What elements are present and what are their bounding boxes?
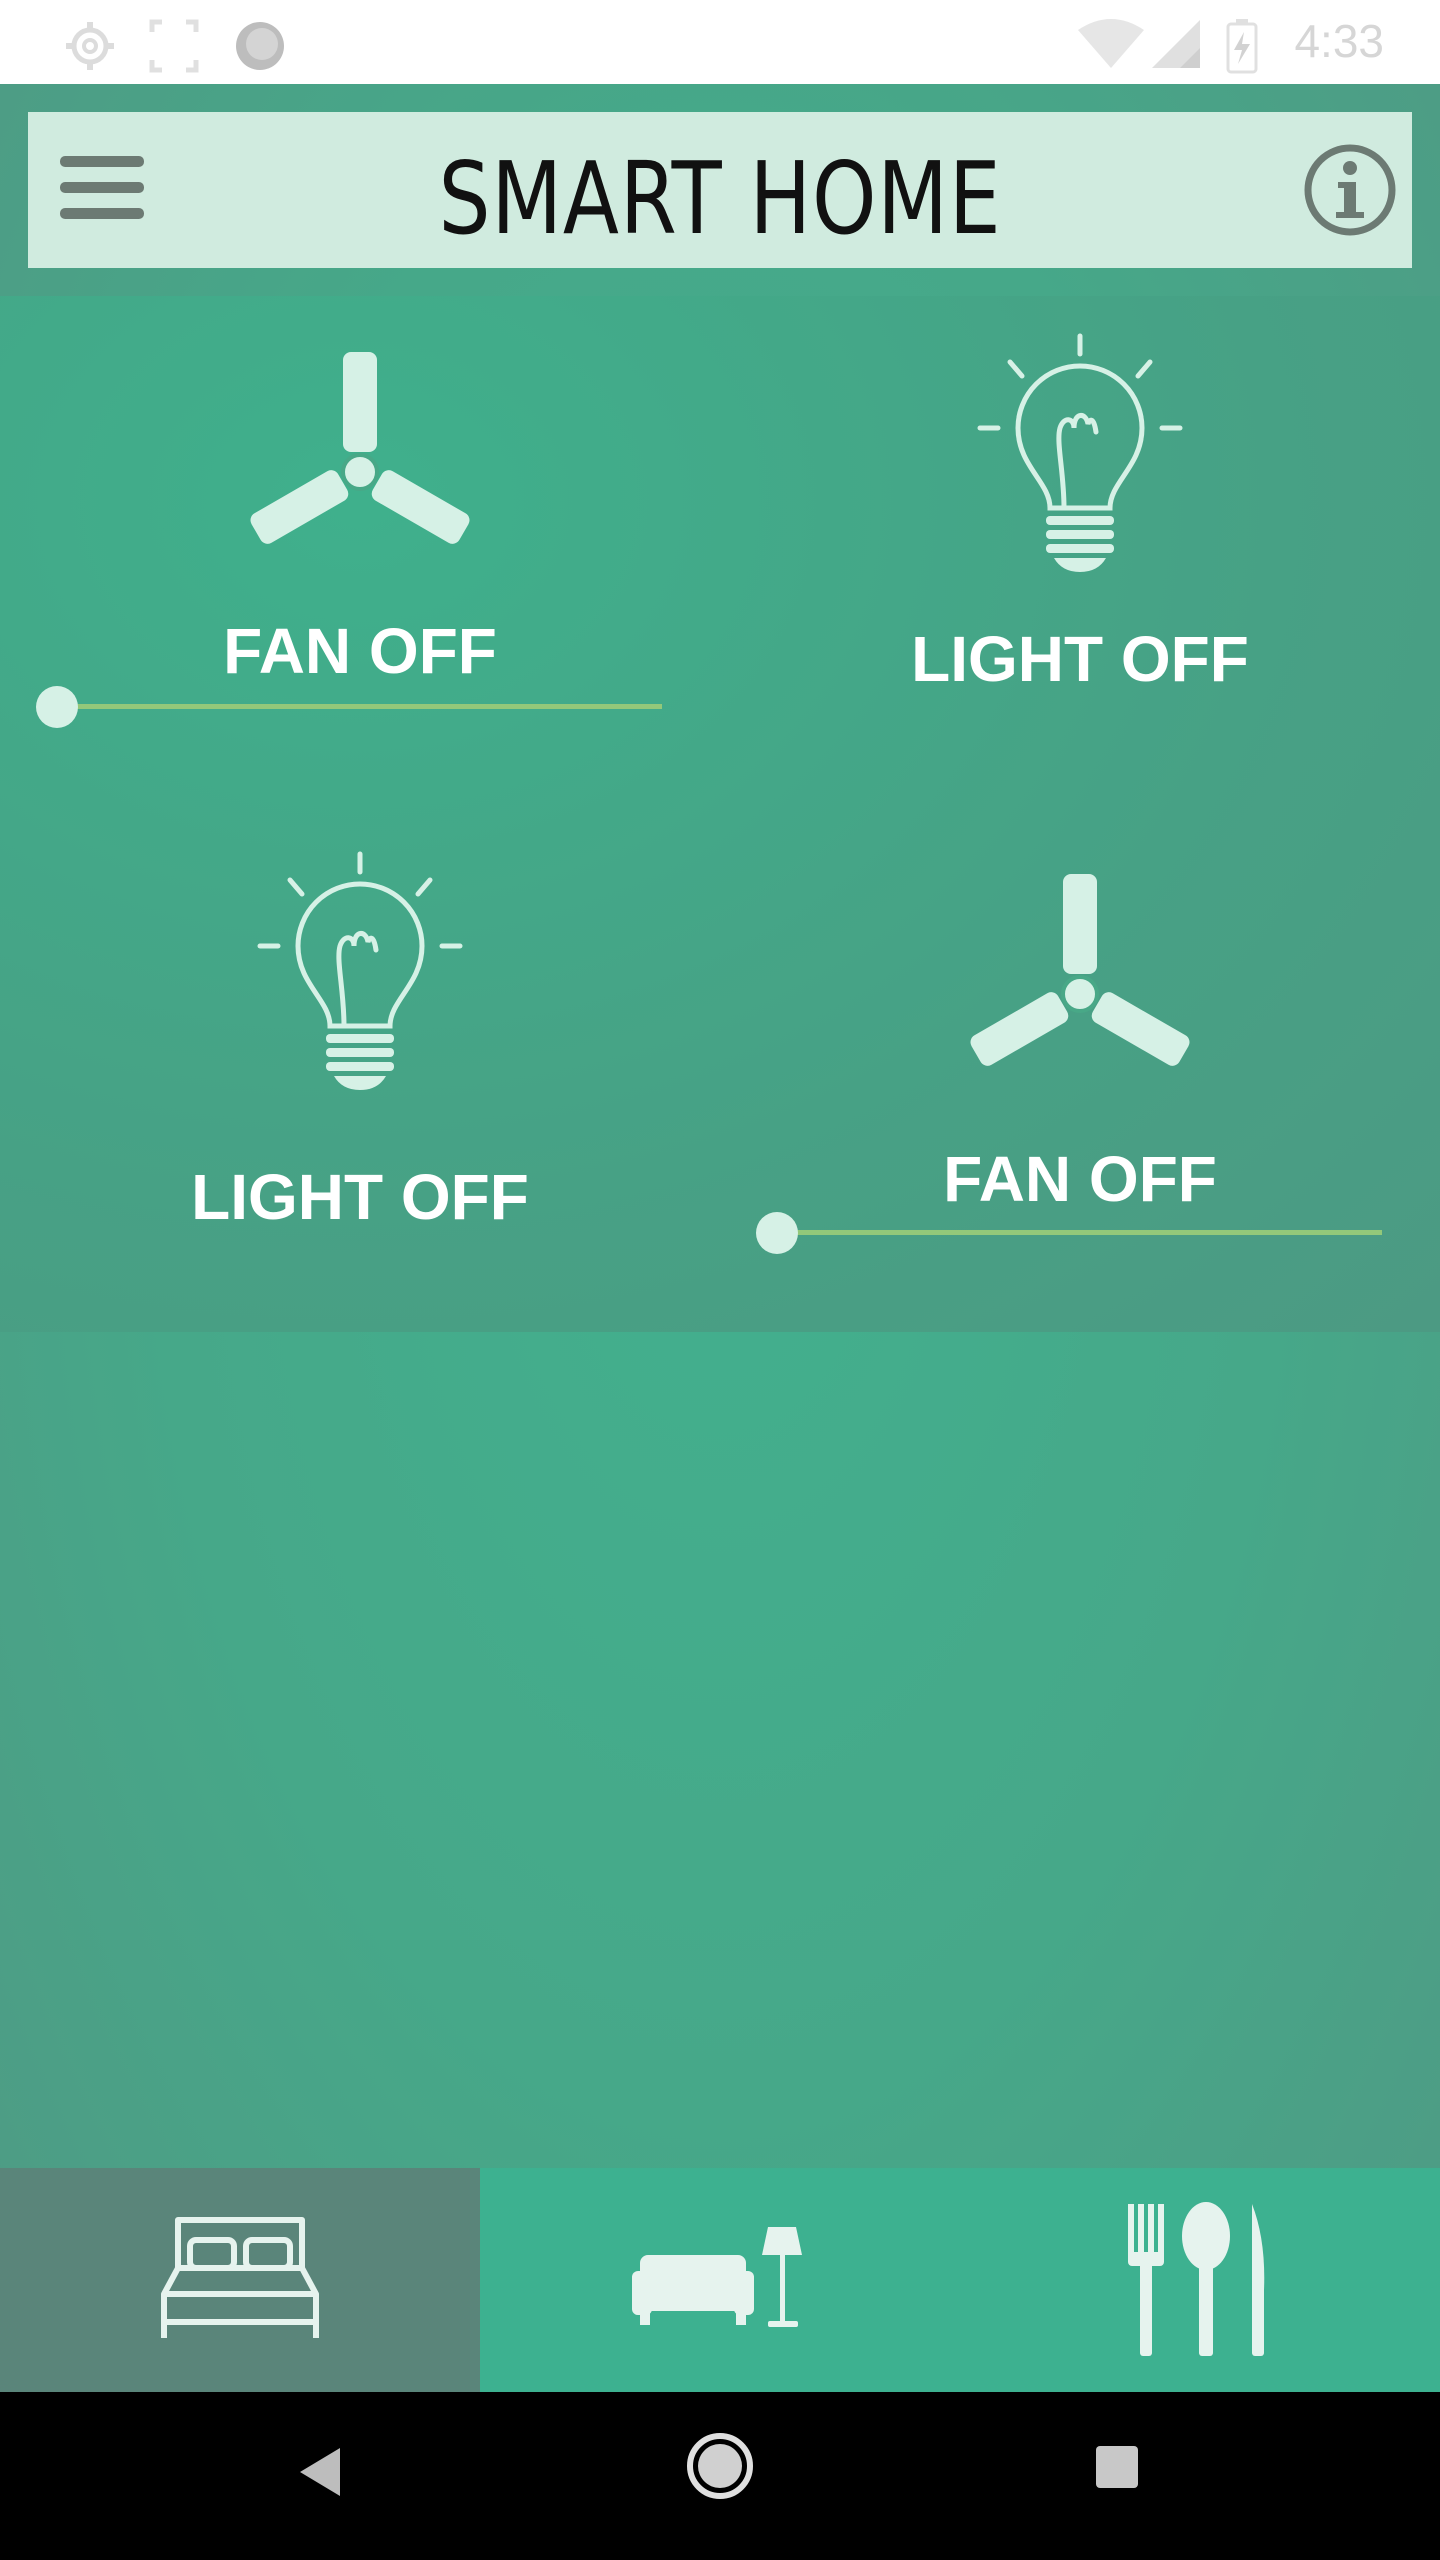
bed-icon — [161, 2217, 319, 2338]
device-status-label: LIGHT OFF — [191, 1161, 529, 1233]
device-status-label: LIGHT OFF — [911, 623, 1249, 695]
slider-thumb[interactable] — [36, 686, 78, 728]
signal-icon — [1152, 20, 1200, 68]
settings-icon — [66, 22, 114, 70]
wifi-icon — [1078, 19, 1144, 68]
tab-living-room[interactable] — [480, 2168, 960, 2392]
devices-panel: FAN OFF LIGHT OFF LIGHT OFF FAN OFF — [0, 296, 1440, 1332]
tab-bedroom[interactable] — [0, 2168, 480, 2392]
page-title: SMART HOME — [438, 140, 1002, 257]
cutlery-icon — [1128, 2202, 1265, 2356]
hamburger-menu-icon[interactable] — [48, 150, 158, 230]
clock: 4:33 — [1294, 15, 1384, 67]
device-tile-light-1: LIGHT OFF — [720, 296, 1440, 814]
slider-track — [56, 704, 662, 709]
fan-icon[interactable] — [960, 868, 1200, 1088]
slider-thumb[interactable] — [756, 1212, 798, 1254]
fan-icon[interactable] — [240, 346, 480, 566]
back-icon[interactable] — [296, 2444, 344, 2500]
record-icon — [236, 22, 284, 70]
device-tile-fan-1: FAN OFF — [0, 296, 720, 814]
device-status-label: FAN OFF — [943, 1143, 1217, 1215]
device-tile-fan-2: FAN OFF — [720, 814, 1440, 1332]
device-status-label: FAN OFF — [223, 615, 497, 687]
room-tab-bar — [0, 2168, 1440, 2392]
slider-track — [776, 1230, 1382, 1235]
info-icon[interactable] — [1302, 142, 1398, 238]
fan-speed-slider[interactable] — [756, 1212, 1382, 1254]
system-navigation-bar — [0, 2392, 1440, 2560]
status-bar: 4:33 — [0, 0, 1440, 84]
battery-charging-icon — [1226, 19, 1258, 74]
screenshot-icon — [149, 19, 199, 73]
app-toolbar: SMART HOME — [28, 112, 1412, 268]
device-tile-light-2: LIGHT OFF — [0, 814, 720, 1332]
tab-kitchen[interactable] — [960, 2168, 1440, 2392]
home-icon[interactable] — [684, 2430, 756, 2502]
light-bulb-icon[interactable] — [250, 850, 470, 1100]
recents-icon[interactable] — [1094, 2444, 1140, 2490]
sofa-lamp-icon — [632, 2227, 802, 2327]
fan-speed-slider[interactable] — [36, 686, 662, 728]
app-content: SMART HOME FAN OFF LIGHT OFF LIGHT OFF F… — [0, 84, 1440, 2392]
light-bulb-icon[interactable] — [970, 332, 1190, 582]
